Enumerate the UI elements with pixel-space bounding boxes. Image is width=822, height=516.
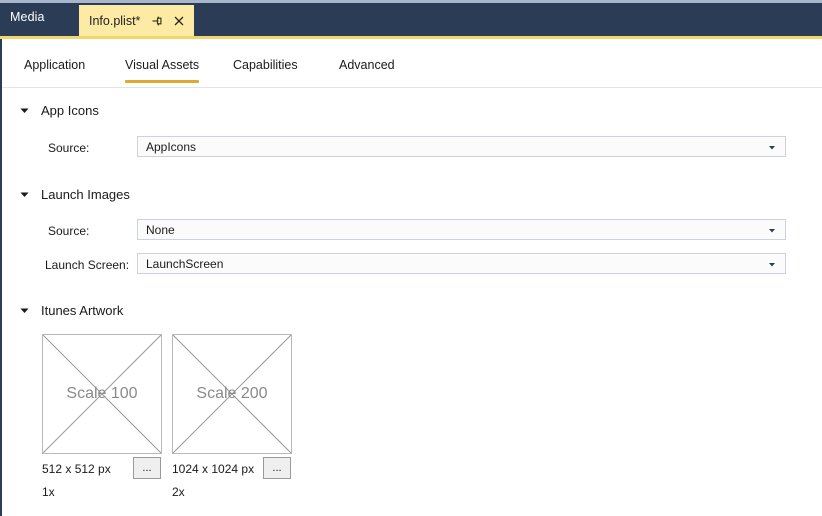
section-header-app-icons[interactable]: App Icons — [18, 103, 99, 118]
chevron-down-icon[interactable] — [765, 257, 779, 271]
chevron-down-icon[interactable] — [18, 104, 31, 117]
launch-screen-dropdown[interactable]: LaunchScreen — [137, 253, 786, 274]
chevron-down-icon[interactable] — [765, 140, 779, 154]
launch-images-source-label: Source: — [48, 224, 90, 238]
tab-advanced-label: Advanced — [339, 58, 395, 72]
itunes-artwork-size-2: 1024 x 1024 px — [172, 462, 255, 476]
designer-tab-row: Application Visual Assets Capabilities A… — [2, 58, 822, 86]
launch-screen-value: LaunchScreen — [146, 256, 224, 271]
itunes-artwork-slot-1[interactable]: Scale 100 — [42, 334, 162, 454]
itunes-artwork-slot-2[interactable]: Scale 200 — [172, 334, 292, 454]
itunes-artwork-size-1: 512 x 512 px — [42, 462, 111, 476]
app-icons-source-value: AppIcons — [146, 139, 197, 154]
close-icon[interactable] — [172, 14, 186, 28]
chevron-down-icon[interactable] — [18, 304, 31, 317]
tab-advanced[interactable]: Advanced — [339, 58, 395, 80]
launch-screen-label: Launch Screen: — [45, 258, 130, 272]
titlebar-gold-rule — [0, 36, 822, 39]
document-tab-info-plist[interactable]: Info.plist* — [79, 5, 195, 36]
chevron-down-icon[interactable] — [18, 188, 31, 201]
tab-visual-assets-label: Visual Assets — [125, 58, 200, 72]
tab-capabilities-label: Capabilities — [233, 58, 298, 72]
section-title-launch-images: Launch Images — [41, 187, 130, 202]
section-header-itunes-artwork[interactable]: Itunes Artwork — [18, 303, 123, 318]
pin-icon[interactable] — [150, 14, 164, 28]
itunes-artwork-browse-button-2[interactable]: ... — [263, 457, 291, 479]
tab-visual-assets[interactable]: Visual Assets — [125, 58, 200, 83]
chevron-down-icon[interactable] — [765, 223, 779, 237]
itunes-artwork-scale-1: 1x — [42, 485, 55, 499]
launch-images-source-value: None — [146, 222, 175, 237]
section-header-launch-images[interactable]: Launch Images — [18, 187, 130, 202]
media-pane-label: Media — [10, 10, 45, 24]
tab-visual-assets-underline — [125, 80, 200, 83]
tab-capabilities[interactable]: Capabilities — [233, 58, 298, 80]
tab-application[interactable]: Application — [24, 58, 85, 80]
document-tab-title: Info.plist* — [89, 13, 141, 28]
section-title-app-icons: App Icons — [41, 103, 99, 118]
tab-application-label: Application — [24, 58, 86, 72]
content-left-border — [0, 39, 2, 516]
placeholder-cross-icon — [43, 335, 161, 453]
placeholder-cross-icon — [173, 335, 291, 453]
titlebar-top-highlight — [0, 0, 822, 3]
itunes-artwork-scale-2: 2x — [172, 485, 185, 499]
tabs-separator — [2, 87, 822, 88]
itunes-artwork-browse-button-1[interactable]: ... — [133, 457, 161, 479]
app-icons-source-dropdown[interactable]: AppIcons — [137, 136, 786, 157]
app-icons-source-label: Source: — [48, 141, 90, 155]
launch-images-source-dropdown[interactable]: None — [137, 219, 786, 240]
section-title-itunes-artwork: Itunes Artwork — [41, 303, 124, 318]
